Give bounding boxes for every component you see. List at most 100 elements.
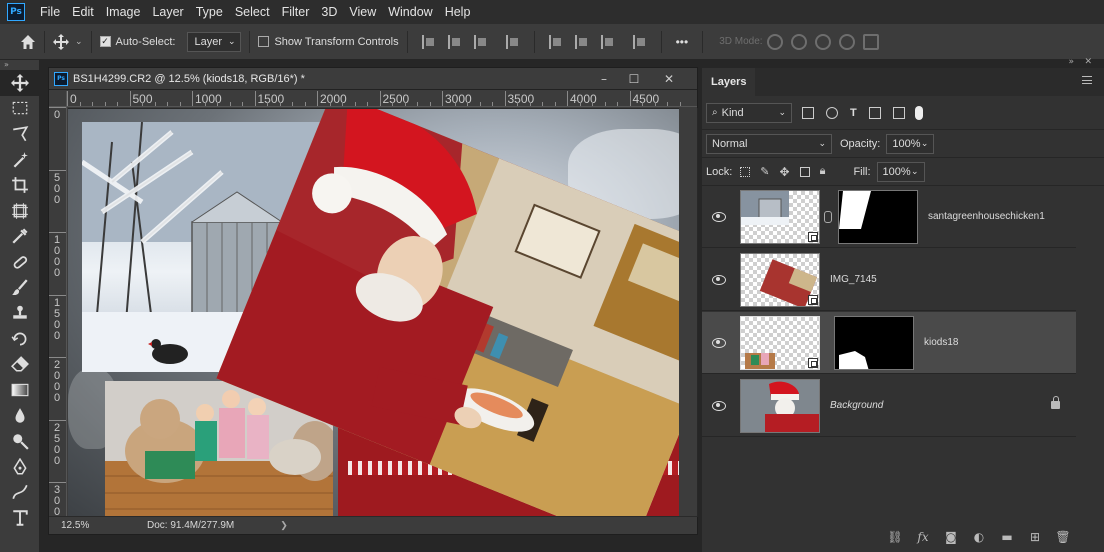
layer-name[interactable]: IMG_7145 <box>830 274 877 285</box>
layer-mask-thumbnail[interactable] <box>834 315 914 370</box>
more-options-button[interactable]: ••• <box>676 35 689 49</box>
layer-name[interactable]: Background <box>830 400 883 411</box>
menu-window[interactable]: Window <box>382 5 438 19</box>
link-layers-icon[interactable]: ⛓ <box>887 530 902 544</box>
layer-thumbnail[interactable] <box>740 378 820 433</box>
3d-orbit-icon[interactable] <box>766 33 783 50</box>
gradient-tool[interactable] <box>0 377 40 403</box>
menu-select[interactable]: Select <box>229 5 276 19</box>
eye-icon[interactable] <box>712 337 726 348</box>
menu-image[interactable]: Image <box>100 5 147 19</box>
filter-type-icon[interactable]: T <box>850 107 857 119</box>
clone-stamp-tool[interactable] <box>0 300 40 326</box>
menu-filter[interactable]: Filter <box>276 5 316 19</box>
align-vertical-center-icon[interactable] <box>574 34 589 49</box>
new-group-folder-icon[interactable]: ▬ <box>1000 530 1014 544</box>
layer-row-background[interactable]: Background <box>702 375 1076 437</box>
blend-mode-dropdown[interactable]: Normal ⌄ <box>706 133 832 154</box>
panel-close-icon[interactable]: ✕ <box>1084 57 1092 67</box>
layer-style-fx-icon[interactable]: fx <box>916 530 930 544</box>
distribute-icon[interactable] <box>505 34 520 49</box>
blur-tool[interactable] <box>0 403 40 429</box>
horizontal-ruler[interactable]: 0 500 1000 1500 2000 2500 3000 3500 4000 4500 <box>67 91 697 107</box>
layer-name[interactable]: kiods18 <box>924 337 958 348</box>
frame-tool[interactable] <box>0 198 40 224</box>
move-tool-preset-icon[interactable] <box>53 33 69 50</box>
eye-icon[interactable] <box>712 274 726 285</box>
status-menu-arrow[interactable]: ❯ <box>280 520 288 531</box>
toolbar-collapse-icon[interactable]: » <box>0 60 39 70</box>
distribute-vertical-icon[interactable] <box>632 34 647 49</box>
align-left-icon[interactable] <box>421 34 436 49</box>
collapse-panels-icon[interactable]: » <box>1068 57 1074 67</box>
panel-menu-icon[interactable] <box>1082 76 1092 84</box>
history-brush-tool[interactable] <box>0 326 40 352</box>
lock-position-icon[interactable]: ✥ <box>780 165 790 179</box>
menu-help[interactable]: Help <box>439 5 477 19</box>
zoom-level[interactable]: 12.5% <box>61 520 143 531</box>
layer-thumbnail[interactable] <box>740 315 820 370</box>
marquee-tool[interactable] <box>0 96 40 122</box>
filter-smart-object-icon[interactable] <box>892 106 905 119</box>
eye-icon[interactable] <box>712 211 726 222</box>
healing-brush-tool[interactable] <box>0 249 40 275</box>
layer-thumbnail[interactable] <box>740 252 820 307</box>
opacity-field[interactable]: 100% ⌄ <box>886 133 935 154</box>
filter-toggle-icon[interactable] <box>914 105 923 120</box>
menu-3d[interactable]: 3D <box>315 5 343 19</box>
crop-tool[interactable] <box>0 172 40 198</box>
layer-mask-thumbnail[interactable] <box>838 189 918 244</box>
layer-thumbnail[interactable] <box>740 189 820 244</box>
lock-all-icon[interactable]: 🔒︎ <box>820 165 826 178</box>
filter-kind-dropdown[interactable]: ⌕ Kind ⌄ <box>706 102 792 123</box>
maximize-button[interactable]: ☐ <box>625 71 643 87</box>
align-right-icon[interactable] <box>473 34 488 49</box>
auto-select-checkbox[interactable]: ✓ <box>99 36 111 47</box>
image-canvas[interactable] <box>68 109 680 517</box>
align-horizontal-center-icon[interactable] <box>447 34 462 49</box>
menu-view[interactable]: View <box>343 5 382 19</box>
3d-scale-icon[interactable] <box>862 33 879 50</box>
menu-edit[interactable]: Edit <box>66 5 100 19</box>
3d-pan-icon[interactable] <box>814 33 831 50</box>
lock-image-icon[interactable]: ✎ <box>760 165 769 178</box>
freeform-pen-tool[interactable] <box>0 480 40 506</box>
close-button[interactable]: ✕ <box>660 71 678 87</box>
align-bottom-icon[interactable] <box>600 34 615 49</box>
ruler-origin[interactable] <box>49 91 67 107</box>
filter-adjustment-icon[interactable] <box>826 106 838 119</box>
home-icon[interactable] <box>20 34 36 50</box>
filter-image-icon[interactable] <box>802 106 814 119</box>
adjustment-layer-icon[interactable]: ◐ <box>972 530 986 544</box>
layer-row[interactable]: IMG_7145 <box>702 249 1076 311</box>
filter-shape-icon[interactable] <box>868 106 881 119</box>
lock-artboard-icon[interactable] <box>799 166 810 177</box>
show-transform-checkbox[interactable] <box>258 36 270 47</box>
dodge-tool[interactable] <box>0 428 40 454</box>
brush-tool[interactable] <box>0 275 40 301</box>
lasso-tool[interactable] <box>0 121 40 147</box>
fill-field[interactable]: 100% ⌄ <box>876 161 925 182</box>
3d-slide-icon[interactable] <box>838 33 855 50</box>
layers-scrollbar[interactable] <box>1076 186 1104 436</box>
link-chain-icon[interactable] <box>824 210 832 223</box>
eyedropper-tool[interactable] <box>0 224 40 250</box>
menu-file[interactable]: File <box>34 5 66 19</box>
align-top-icon[interactable] <box>548 34 563 49</box>
eye-icon[interactable] <box>712 400 726 411</box>
move-tool[interactable] <box>0 70 40 96</box>
3d-roll-icon[interactable] <box>790 33 807 50</box>
chevron-down-icon[interactable]: ⌄ <box>75 36 83 47</box>
vertical-ruler[interactable]: 050010001500200025003000 <box>49 107 67 517</box>
delete-layer-trash-icon[interactable]: 🗑︎ <box>1055 530 1070 544</box>
new-layer-icon[interactable]: ⊞ <box>1028 530 1042 544</box>
menu-layer[interactable]: Layer <box>146 5 189 19</box>
type-tool[interactable] <box>0 505 40 531</box>
eraser-tool[interactable] <box>0 352 40 378</box>
lock-transparent-icon[interactable] <box>740 166 751 177</box>
canvas-area[interactable] <box>68 108 698 517</box>
layer-name[interactable]: santagreenhousechicken1 <box>928 211 1045 222</box>
add-mask-icon[interactable]: ◙ <box>944 530 958 544</box>
quick-selection-tool[interactable] <box>0 147 40 173</box>
layer-row[interactable]: santagreenhousechicken1 <box>702 186 1076 248</box>
